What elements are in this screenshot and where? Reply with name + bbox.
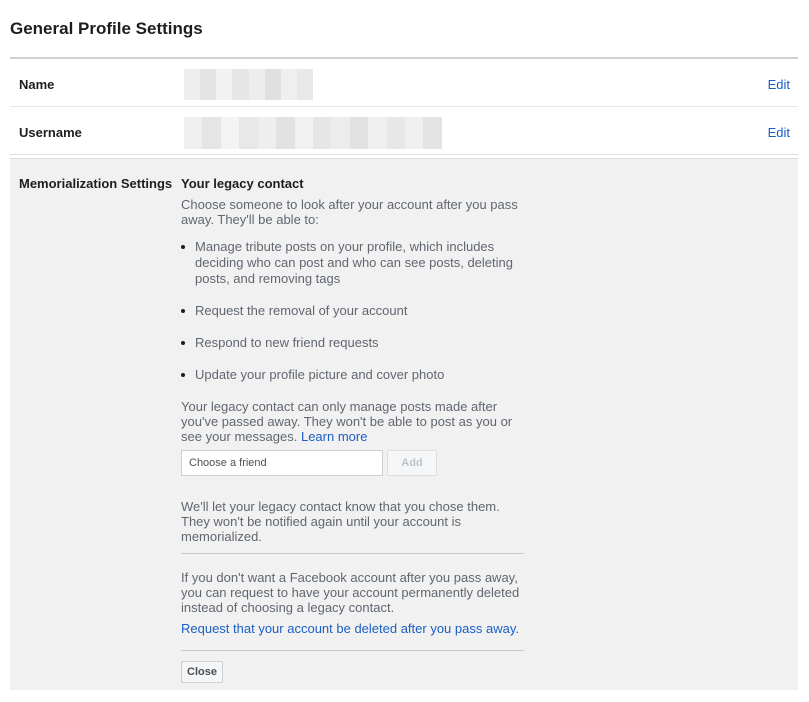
delete-note-text: If you don't want a Facebook account aft… [181, 570, 520, 615]
memorialization-content: Your legacy contact Choose someone to lo… [181, 176, 526, 683]
learn-more-link[interactable]: Learn more [301, 429, 367, 444]
list-item: Update your profile picture and cover ph… [181, 367, 526, 383]
bullet-icon [181, 245, 185, 249]
list-item: Respond to new friend requests [181, 335, 526, 351]
name-edit-link[interactable]: Edit [768, 77, 790, 92]
username-row: Username Edit [10, 107, 798, 155]
notify-note-text: We'll let your legacy contact know that … [181, 499, 500, 544]
username-edit-link[interactable]: Edit [768, 125, 790, 140]
bullet-icon [181, 373, 185, 377]
username-value-redacted [184, 117, 442, 149]
memorialization-label: Memorialization Settings [19, 176, 173, 191]
close-button[interactable]: Close [181, 661, 223, 683]
divider [181, 650, 524, 651]
list-item: Request the removal of your account [181, 303, 526, 319]
choose-friend-input[interactable] [181, 450, 383, 476]
list-item: Manage tribute posts on your profile, wh… [181, 239, 526, 287]
divider [181, 553, 524, 554]
bullet-icon [181, 341, 185, 345]
name-value-redacted [184, 69, 313, 100]
bullet-icon [181, 309, 185, 313]
choose-friend-row: Add [181, 450, 437, 476]
legacy-intro-text: Choose someone to look after your accoun… [181, 197, 518, 227]
username-label: Username [19, 125, 82, 140]
memorialization-panel: Memorialization Settings Your legacy con… [10, 158, 798, 690]
request-deletion-link[interactable]: Request that your account be deleted aft… [181, 621, 519, 636]
manage-note-text: Your legacy contact can only manage post… [181, 399, 513, 444]
name-row: Name Edit [10, 59, 798, 107]
name-label: Name [19, 77, 55, 92]
add-button[interactable]: Add [387, 450, 437, 476]
legacy-contact-title: Your legacy contact [181, 176, 304, 191]
page-title: General Profile Settings [10, 19, 203, 38]
legacy-abilities-list: Manage tribute posts on your profile, wh… [181, 239, 526, 383]
